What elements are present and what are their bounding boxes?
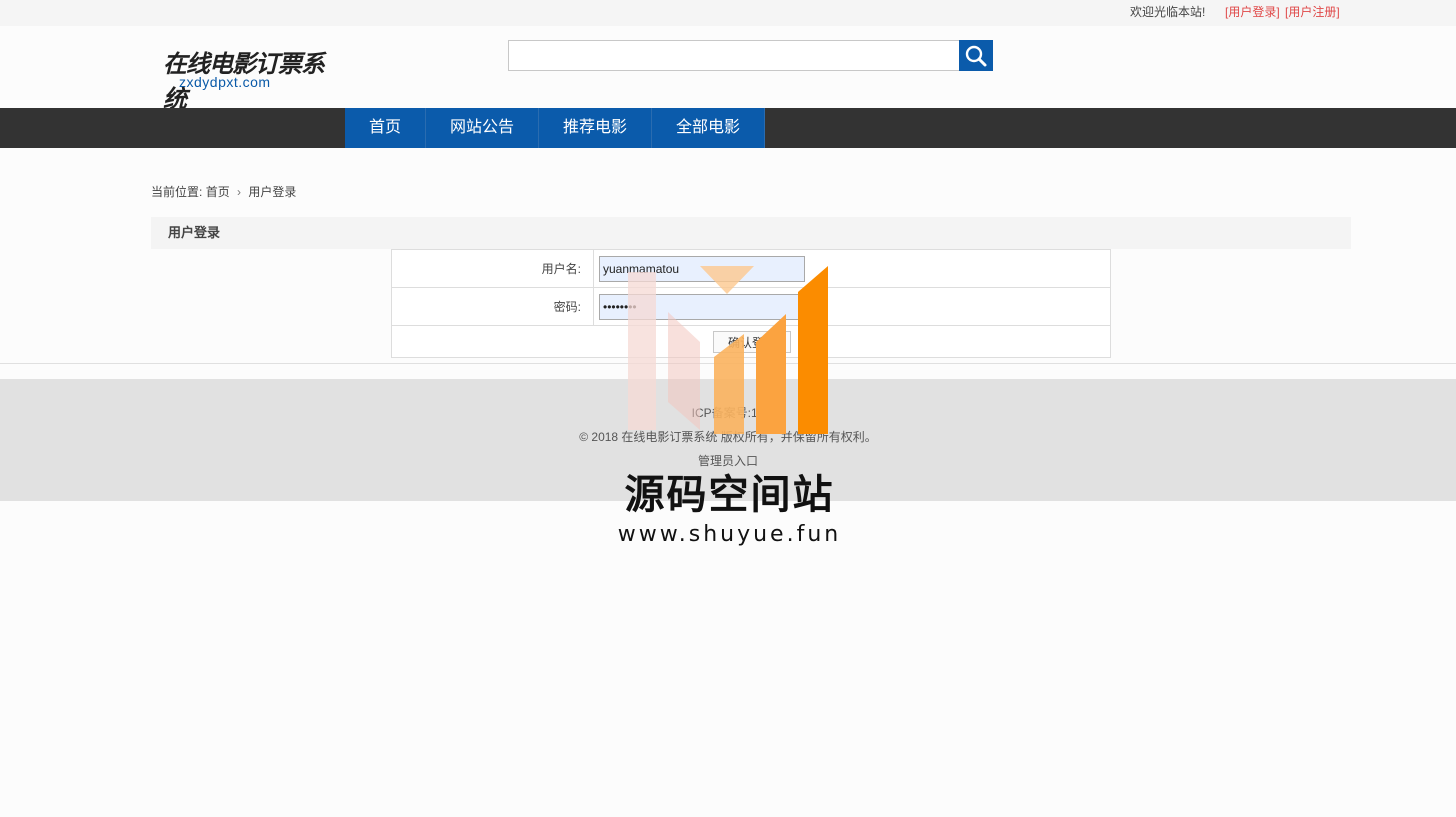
search-button[interactable] bbox=[959, 40, 993, 71]
logo-domain-text: zxdydpxt.com bbox=[179, 74, 271, 90]
welcome-text: 欢迎光临本站! bbox=[1130, 5, 1206, 19]
breadcrumb-prefix: 当前位置: bbox=[151, 185, 203, 199]
icp-record: ICP备案号:12 bbox=[691, 406, 765, 420]
username-row: 用户名: bbox=[392, 250, 1110, 288]
site-logo[interactable]: 在线电影订票系统 zxdydpxt.com bbox=[163, 44, 333, 113]
password-label: 密码: bbox=[392, 288, 594, 325]
user-login-link[interactable]: [用户登录] bbox=[1225, 3, 1280, 20]
site-header: 在线电影订票系统 zxdydpxt.com bbox=[0, 26, 1456, 113]
search-icon bbox=[965, 45, 987, 67]
search-input[interactable] bbox=[508, 40, 960, 71]
username-field[interactable] bbox=[599, 256, 805, 282]
nav-item-home[interactable]: 首页 bbox=[345, 108, 426, 148]
confirm-login-button[interactable]: 确认登录 bbox=[713, 331, 791, 353]
footer-divider bbox=[0, 363, 1456, 364]
admin-entry-link[interactable]: 管理员入口 bbox=[0, 452, 1456, 469]
password-row: 密码: bbox=[392, 288, 1110, 326]
username-label: 用户名: bbox=[392, 250, 594, 287]
breadcrumb-current: 用户登录 bbox=[248, 185, 297, 199]
breadcrumb: 当前位置: 首页 › 用户登录 bbox=[151, 183, 296, 200]
nav-item-recommended-movies[interactable]: 推荐电影 bbox=[539, 108, 652, 148]
main-nav: 首页 网站公告 推荐电影 全部电影 bbox=[0, 108, 1456, 148]
site-footer: ICP备案号:12 © 2018 在线电影订票系统 版权所有，并保留所有权利。 … bbox=[0, 379, 1456, 501]
login-form: 用户名: 密码: 确认登录 bbox=[391, 249, 1111, 358]
breadcrumb-separator-icon: › bbox=[237, 185, 242, 199]
watermark-url: www.shuyue.fun bbox=[617, 522, 842, 547]
copyright-text: © 2018 在线电影订票系统 版权所有，并保留所有权利。 bbox=[579, 430, 877, 444]
password-field[interactable] bbox=[599, 294, 805, 320]
nav-item-announcements[interactable]: 网站公告 bbox=[426, 108, 539, 148]
submit-row: 确认登录 bbox=[392, 326, 1110, 357]
top-bar: 欢迎光临本站! [用户登录] [用户注册] bbox=[0, 0, 1456, 26]
login-panel-title: 用户登录 bbox=[151, 217, 1351, 249]
nav-item-all-movies[interactable]: 全部电影 bbox=[652, 108, 765, 148]
breadcrumb-home-link[interactable]: 首页 bbox=[206, 185, 230, 199]
user-register-link[interactable]: [用户注册] bbox=[1285, 3, 1340, 20]
